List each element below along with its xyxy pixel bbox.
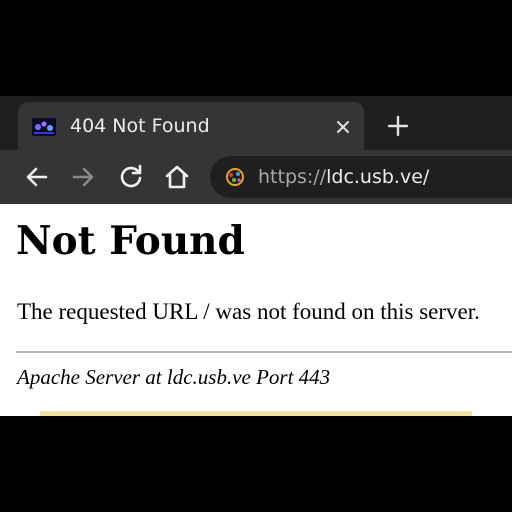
divider <box>16 351 512 353</box>
url-text: https://ldc.usb.ve/ <box>258 165 429 189</box>
error-message: The requested URL / was not found on thi… <box>17 299 480 324</box>
toolbar: https://ldc.usb.ve/ <box>0 150 512 204</box>
tab-active[interactable]: 404 Not Found <box>18 102 364 150</box>
close-icon[interactable] <box>332 116 354 138</box>
reload-icon[interactable] <box>116 162 146 192</box>
site-info-icon[interactable] <box>224 167 246 187</box>
address-bar[interactable]: https://ldc.usb.ve/ <box>210 156 512 198</box>
tab-title: 404 Not Found <box>70 115 210 137</box>
home-icon[interactable] <box>162 162 192 192</box>
plus-icon[interactable] <box>384 112 412 140</box>
page-content: Not Found The requested URL / was not fo… <box>0 204 512 416</box>
url-scheme: https:// <box>258 166 327 188</box>
tab-strip: 404 Not Found <box>0 96 512 150</box>
url-host: ldc.usb.ve/ <box>326 166 430 188</box>
page-bottom-edge <box>40 411 472 416</box>
server-signature: Apache Server at ldc.usb.ve Port 443 <box>17 365 331 389</box>
site-logo-icon <box>32 118 56 136</box>
arrow-right-icon[interactable] <box>68 162 98 192</box>
arrow-left-icon[interactable] <box>22 162 52 192</box>
browser-window: 404 Not Found https://ldc.usb.ve/ Not Fo… <box>0 96 512 416</box>
page-title: Not Found <box>16 218 245 264</box>
